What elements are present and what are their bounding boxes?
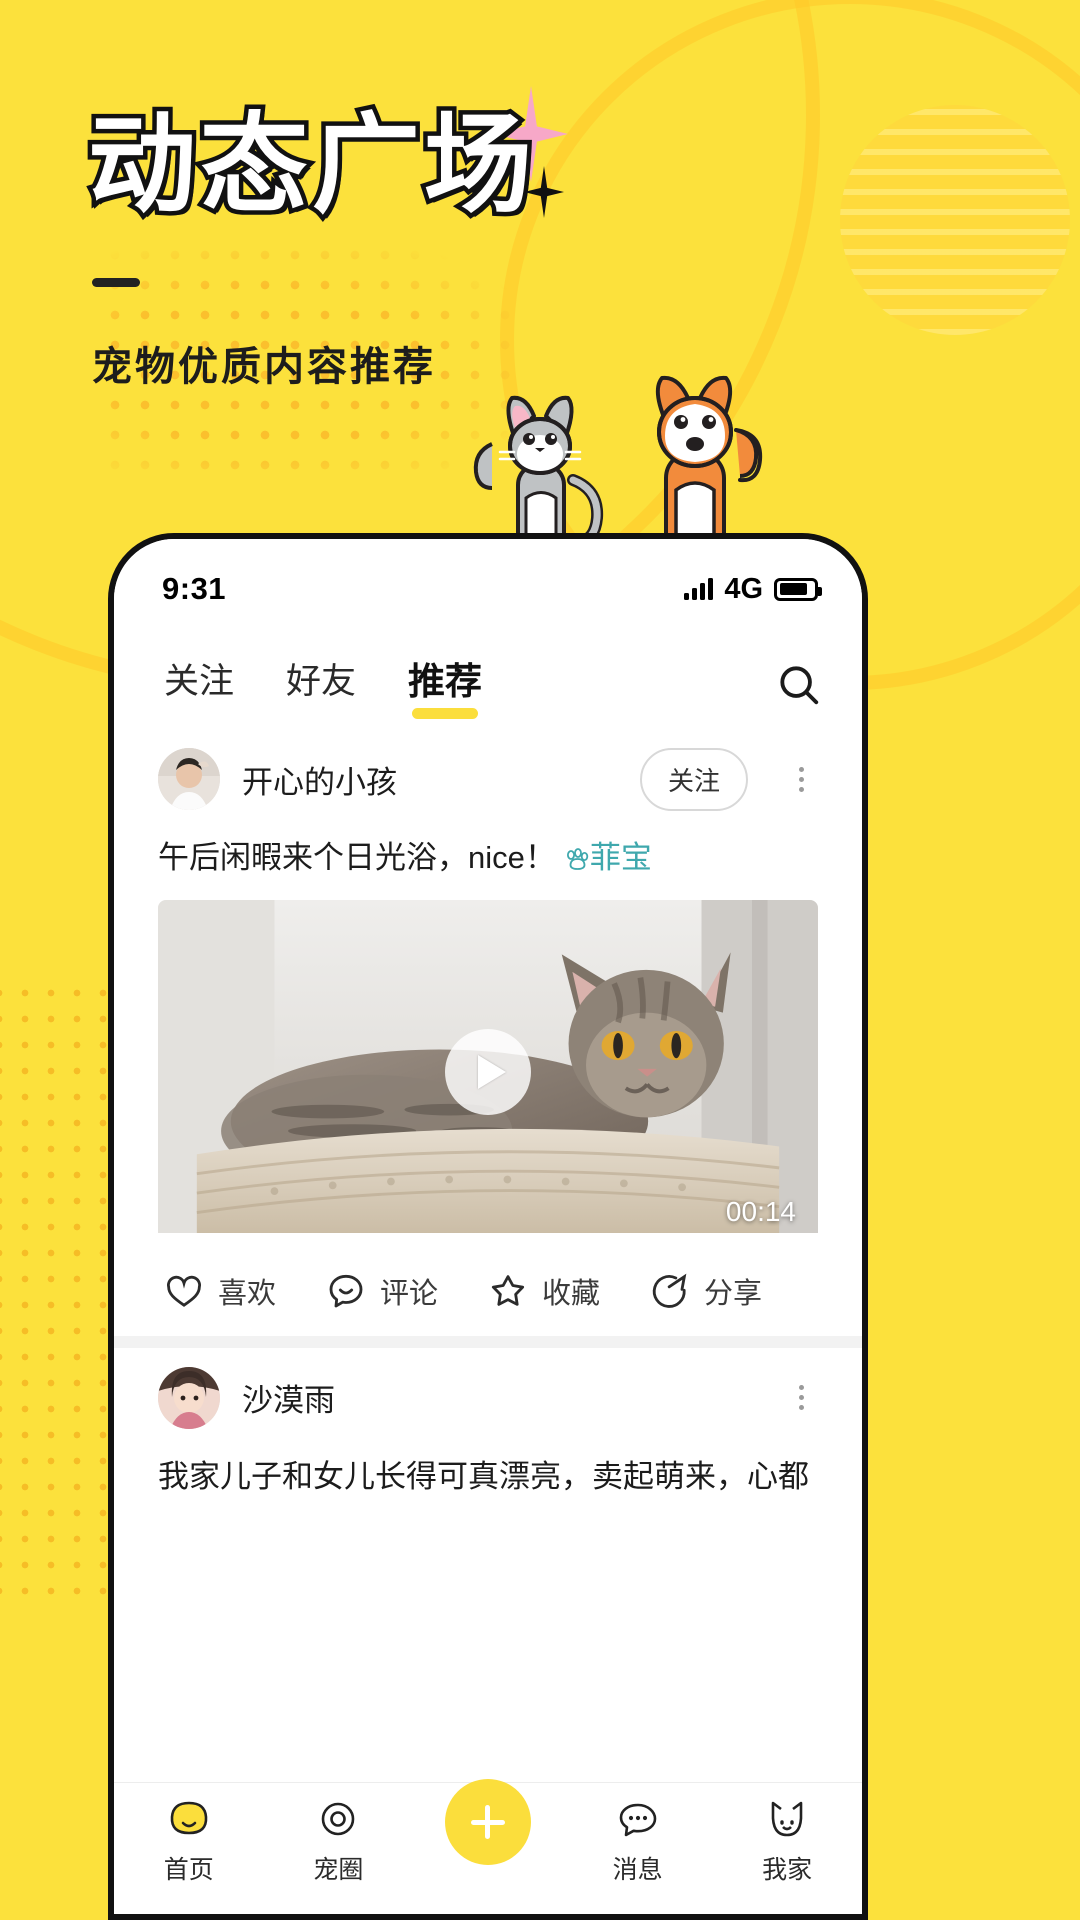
avatar[interactable] [158, 1366, 220, 1429]
video-duration: 00:14 [725, 1195, 796, 1227]
post-username[interactable]: 沙漠雨 [242, 1375, 335, 1420]
nav-label-mine: 我家 [762, 1856, 813, 1884]
page-title: 动态广场 [83, 103, 537, 228]
nav-item-circle[interactable]: 宠圈 [264, 1797, 414, 1886]
post-caption-text: 午后闲暇来个日光浴，nice！ [158, 840, 556, 875]
status-time: 9:31 [162, 571, 227, 606]
nav-label-message: 消息 [612, 1856, 663, 1884]
home-icon [170, 1801, 208, 1835]
heart-icon [167, 1275, 201, 1307]
nav-item-publish[interactable] [413, 1779, 563, 1872]
feed-list: 开心的小孩 关注 午后闲暇来个日光浴，nice！ 菲宝 00:14 喜欢 评论 … [114, 729, 862, 1518]
more-vertical-icon[interactable] [784, 766, 818, 792]
tab-friends[interactable]: 好友 [286, 653, 356, 718]
post-header: 开心的小孩 关注 [158, 729, 818, 829]
circle-icon [322, 1802, 355, 1836]
share-button[interactable]: 分享 [650, 1270, 812, 1312]
page-subtitle: 宠物优质内容推荐 [92, 345, 436, 389]
bottom-navigation: 首页 宠圈 消息 我家 [114, 1779, 862, 1914]
like-label: 喜欢 [218, 1277, 277, 1310]
post-divider [114, 1335, 862, 1348]
follow-button[interactable]: 关注 [639, 747, 748, 811]
tab-follow[interactable]: 关注 [164, 653, 234, 718]
battery-icon [774, 577, 822, 601]
favorite-label: 收藏 [542, 1277, 601, 1310]
comment-button[interactable]: 评论 [326, 1270, 488, 1312]
feed-post: 沙漠雨 我家儿子和女儿长得可真漂亮，卖起萌来，心都 [114, 1348, 862, 1519]
status-indicators: 4G [684, 572, 822, 606]
signal-bars-icon [684, 578, 714, 600]
paw-icon [566, 848, 589, 870]
app-screen: 9:31 4G 关注 好友 推荐 开心的小孩 关注 午后闲暇来个日光浴，nice… [114, 539, 862, 1914]
nav-label-home: 首页 [163, 1856, 214, 1884]
pet-tag-label: 菲宝 [589, 840, 652, 875]
nav-item-home[interactable]: 首页 [114, 1797, 264, 1886]
decorative-striped-disc [840, 105, 1070, 335]
network-type-label: 4G [724, 572, 763, 605]
post-caption: 我家儿子和女儿长得可真漂亮，卖起萌来，心都 [158, 1458, 809, 1494]
cat-icon [771, 1801, 803, 1837]
post-caption: 午后闲暇来个日光浴，nice！ 菲宝 [158, 829, 818, 900]
tab-recommend[interactable]: 推荐 [408, 651, 482, 719]
pet-tag[interactable]: 菲宝 [564, 840, 652, 875]
search-icon[interactable] [776, 662, 822, 708]
feed-post: 开心的小孩 关注 午后闲暇来个日光浴，nice！ 菲宝 00:14 喜欢 评论 … [114, 729, 862, 1336]
plus-icon[interactable] [444, 1779, 531, 1865]
phone-mockup: 9:31 4G 关注 好友 推荐 开心的小孩 关注 午后闲暇来个日光浴，nice… [108, 533, 868, 1920]
share-icon [652, 1273, 687, 1308]
nav-item-message[interactable]: 消息 [563, 1797, 713, 1886]
more-vertical-icon[interactable] [784, 1385, 818, 1410]
play-icon[interactable] [445, 1028, 531, 1115]
title-divider [92, 278, 140, 287]
post-header: 沙漠雨 [158, 1348, 818, 1448]
status-bar: 9:31 4G [114, 539, 862, 625]
post-video[interactable]: 00:14 [158, 899, 818, 1244]
post-username[interactable]: 开心的小孩 [242, 757, 397, 802]
comment-label: 评论 [380, 1277, 439, 1310]
favorite-button[interactable]: 收藏 [488, 1270, 650, 1312]
share-label: 分享 [704, 1277, 763, 1310]
avatar[interactable] [158, 748, 220, 810]
post-actions: 喜欢 评论 收藏 分享 [158, 1244, 818, 1336]
nav-item-mine[interactable]: 我家 [712, 1797, 862, 1886]
feed-tab-bar: 关注 好友 推荐 [114, 625, 862, 729]
nav-label-circle: 宠圈 [313, 1856, 364, 1884]
message-icon [619, 1803, 656, 1837]
comment-icon [329, 1274, 363, 1307]
like-button[interactable]: 喜欢 [164, 1270, 326, 1312]
star-icon [491, 1274, 525, 1306]
